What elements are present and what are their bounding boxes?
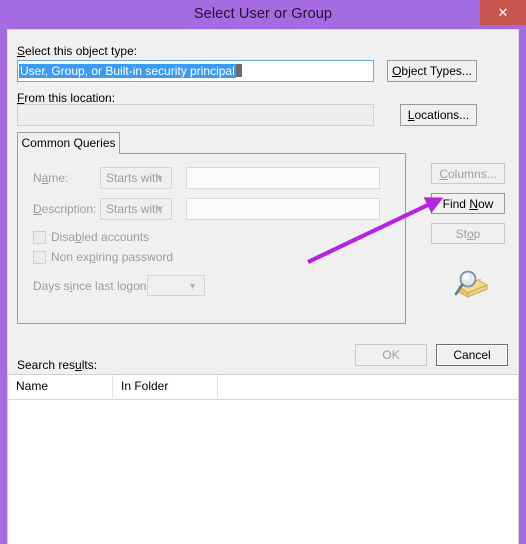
- select-user-or-group-dialog: Select User or Group ✕ Select this objec…: [0, 0, 526, 544]
- description-value-input[interactable]: [186, 198, 380, 220]
- name-label: Name:: [33, 171, 69, 185]
- columns-button[interactable]: Columns...: [431, 163, 505, 184]
- magnifier-folder-icon: [451, 268, 489, 302]
- text-caret: [235, 64, 242, 77]
- search-results-header: Name In Folder: [8, 375, 518, 400]
- chevron-down-icon: ▼: [188, 281, 197, 291]
- disabled-accounts-label-accel: b: [75, 230, 82, 244]
- column-header-in-folder[interactable]: In Folder: [113, 375, 218, 398]
- location-label-rest: rom this location:: [24, 91, 116, 105]
- description-label: Description:: [33, 202, 97, 216]
- days-since-last-logon-select[interactable]: ▼: [147, 275, 205, 296]
- name-label-accel: a: [41, 171, 49, 185]
- cancel-button-label: Cancel: [453, 348, 491, 362]
- name-value-input[interactable]: [186, 167, 380, 189]
- find-now-button[interactable]: Find Now: [431, 193, 505, 214]
- stop-button-label: Stop: [455, 226, 481, 241]
- object-types-button-label: Object Types...: [392, 64, 472, 78]
- ok-button[interactable]: OK: [355, 344, 427, 366]
- ok-button-label: OK: [382, 348, 400, 362]
- close-icon[interactable]: ✕: [480, 0, 526, 25]
- non-expiring-password-label-accel: p: [89, 250, 96, 264]
- stop-button[interactable]: Stop: [431, 223, 505, 244]
- chevron-down-icon: ▼: [155, 204, 164, 214]
- object-type-value: User, Group, or Built-in security princi…: [19, 64, 236, 78]
- columns-button-label: Columns...: [439, 166, 497, 181]
- title-bar[interactable]: Select User or Group ✕: [0, 0, 526, 29]
- column-header-filler: [218, 375, 518, 398]
- days-since-last-logon-label: Days since last logon:: [33, 279, 150, 293]
- location-label: From this location:: [17, 91, 115, 105]
- window-title: Select User or Group: [193, 6, 333, 22]
- non-expiring-password-checkbox[interactable]: [33, 251, 46, 264]
- object-type-label-rest: elect this object type:: [25, 44, 138, 58]
- object-type-label-accel: S: [17, 44, 26, 58]
- non-expiring-password-label: Non expiring password: [51, 250, 174, 264]
- name-condition-select[interactable]: Starts with ▼: [100, 167, 172, 189]
- locations-button[interactable]: Locations...: [400, 104, 477, 126]
- location-input[interactable]: [17, 104, 374, 126]
- tab-common-queries[interactable]: Common Queries: [17, 132, 120, 154]
- object-type-label: Select this object type:: [17, 44, 137, 58]
- disabled-accounts-label: Disabled accounts: [51, 230, 150, 244]
- object-types-button[interactable]: Object Types...: [387, 60, 477, 82]
- column-header-name[interactable]: Name: [8, 375, 113, 398]
- query-tabstrip: Common Queries: [17, 132, 406, 324]
- cancel-button[interactable]: Cancel: [436, 344, 508, 366]
- search-results-label-accel: u: [75, 358, 82, 372]
- days-since-last-logon-label-accel: i: [69, 279, 73, 293]
- find-now-button-label: Find Now: [442, 196, 494, 211]
- chevron-down-icon: ▼: [155, 173, 164, 183]
- object-type-input[interactable]: User, Group, or Built-in security princi…: [17, 60, 374, 82]
- disabled-accounts-checkbox[interactable]: [33, 231, 46, 244]
- search-results-label: Search results:: [17, 358, 98, 372]
- description-label-accel: D: [33, 202, 42, 216]
- search-results-list[interactable]: Name In Folder: [7, 374, 519, 544]
- description-condition-value: Starts with: [106, 202, 163, 216]
- description-condition-select[interactable]: Starts with ▼: [100, 198, 172, 220]
- locations-button-label: Locations...: [407, 108, 470, 122]
- name-condition-value: Starts with: [106, 171, 163, 185]
